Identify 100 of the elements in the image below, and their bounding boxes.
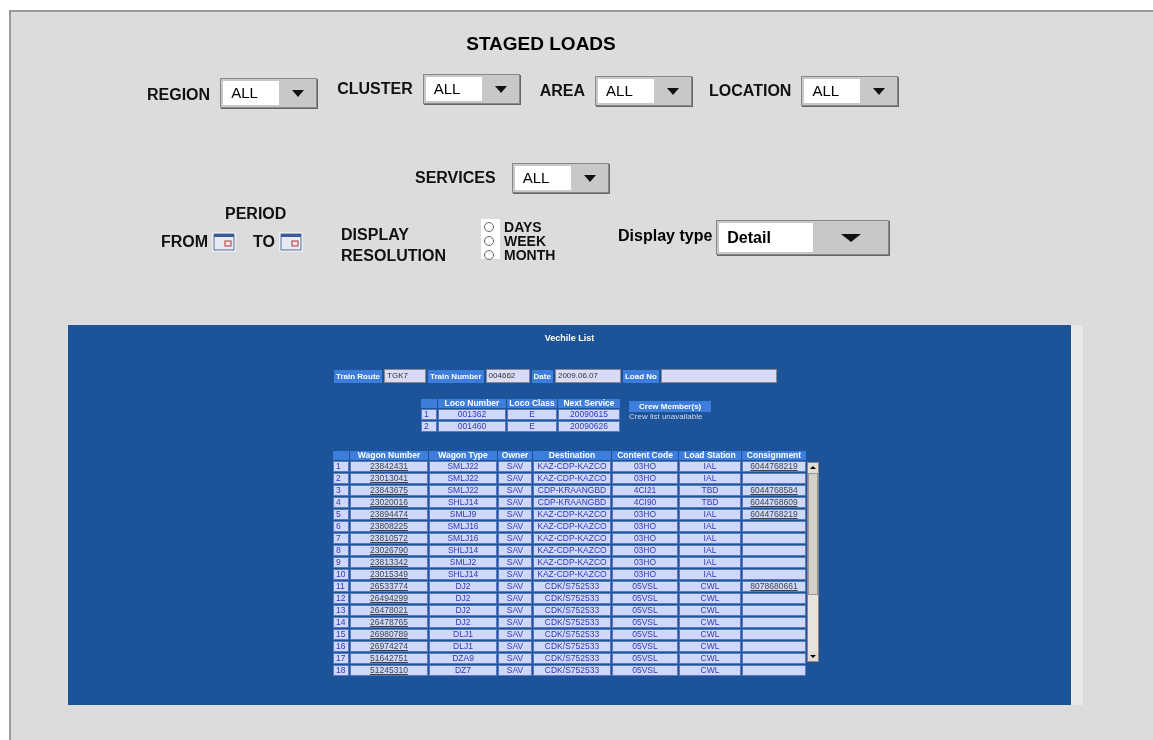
filter-dropdown[interactable]: ALL — [801, 76, 899, 106]
table-cell: CDP-KRAANGBD — [537, 497, 607, 507]
table-cell: SAV — [506, 473, 524, 483]
table-cell: KAZ-CDP-KAZCO — [537, 461, 607, 471]
column-header: Owner — [498, 451, 532, 460]
table-cell: CDK/S752533 — [544, 581, 600, 591]
table-cell: 05VSL — [632, 617, 658, 627]
crew-members-button[interactable]: Crew Member(s) — [629, 401, 712, 412]
table-cell: SAV — [506, 581, 524, 591]
filter-dropdown[interactable]: ALL — [595, 76, 693, 106]
filter-dropdown[interactable]: ALL — [220, 78, 318, 108]
column-header: Wagon Type — [429, 451, 497, 460]
field-label: Train Number — [428, 369, 484, 383]
table-cell: IAL — [703, 461, 717, 471]
table-cell: SMLJ16 — [447, 521, 479, 531]
table-cell: IAL — [703, 521, 717, 531]
table-cell: KAZ-CDP-KAZCO — [537, 569, 607, 579]
table-cell: CWL — [700, 641, 720, 651]
table-cell: IAL — [703, 569, 717, 579]
scrollbar[interactable] — [807, 462, 819, 662]
table-cell: SAV — [506, 665, 524, 675]
input-field[interactable] — [660, 369, 777, 383]
table-cell: TBD — [701, 497, 719, 507]
input-field[interactable]: 2009.06.07 — [554, 369, 621, 383]
scroll-down-icon[interactable] — [808, 651, 818, 661]
caret-icon — [583, 174, 596, 182]
table-cell: 03HO — [633, 557, 657, 567]
table-cell: 1 — [336, 461, 341, 471]
table-cell: CDK/S752533 — [544, 617, 600, 627]
field-label: Train Route — [334, 369, 382, 383]
table-cell: 11 — [336, 581, 345, 591]
display-type-dropdown[interactable]: Detail — [716, 220, 890, 255]
display-type-label: Display type — [618, 227, 713, 245]
table-cell: CDK/S752533 — [544, 629, 600, 639]
table-cell: CWL — [700, 617, 720, 627]
calendar-icon[interactable] — [279, 232, 304, 252]
table-cell: IAL — [703, 557, 717, 567]
field-label: Date — [531, 369, 553, 383]
radio-label: MONTH — [504, 247, 556, 263]
table-cell: SAV — [506, 521, 524, 531]
table-cell: 18 — [336, 665, 346, 675]
table-cell: IAL — [703, 509, 717, 519]
resolution-label: DISPLAY RESOLUTION — [341, 225, 447, 266]
table-cell: DLJ1 — [453, 641, 473, 651]
input-field[interactable]: 004662 — [485, 369, 530, 383]
table-cell: 5 — [336, 509, 341, 519]
table-cell: CWL — [700, 653, 720, 663]
table-cell: 05VSL — [632, 581, 658, 591]
table-cell: SMLJ9 — [449, 509, 477, 519]
services-dropdown[interactable]: ALL — [511, 163, 609, 193]
table-cell: SAV — [506, 497, 524, 507]
table-cell: SAV — [506, 653, 524, 663]
services-label: SERVICES — [415, 169, 496, 187]
table-cell: KAZ-CDP-KAZCO — [537, 557, 607, 567]
table-cell: 05VSL — [632, 653, 658, 663]
table-cell: CDK/S752533 — [544, 641, 600, 651]
table-cell: SAV — [506, 593, 524, 603]
table-cell: CDK/S752533 — [544, 593, 600, 603]
table-cell: SMLJ16 — [447, 533, 479, 543]
table-cell: 6 — [336, 521, 341, 531]
table-cell: SMLJ22 — [447, 473, 479, 483]
table-cell: IAL — [703, 533, 717, 543]
radio-button[interactable] — [484, 250, 495, 260]
caret-icon — [841, 233, 862, 242]
table-cell: DLJ1 — [453, 629, 473, 639]
table-cell: 4 — [336, 497, 341, 507]
table-cell: 001362 — [438, 409, 506, 420]
table-cell: 05VSL — [632, 629, 658, 639]
table-cell: KAZ-CDP-KAZCO — [537, 533, 607, 543]
scroll-up-icon[interactable] — [808, 463, 818, 473]
table-cell: CDK/S752533 — [544, 665, 600, 675]
calendar-icon[interactable] — [212, 232, 237, 252]
page-title: STAGED LOADS — [465, 32, 617, 55]
table-cell: 8 — [336, 545, 341, 555]
table-cell: 05VSL — [632, 641, 658, 651]
column-header: Wagon Number — [350, 451, 428, 460]
radio-button[interactable] — [484, 236, 495, 246]
caret-icon — [667, 87, 680, 95]
table-cell: SMLJ22 — [447, 485, 479, 495]
table-cell: 14 — [336, 617, 346, 627]
filter-dropdown[interactable]: ALL — [422, 74, 520, 104]
table-cell: 13 — [336, 605, 346, 615]
table-cell: E — [507, 409, 557, 420]
from-label: FROM — [161, 233, 209, 251]
filter-label: CLUSTER — [337, 80, 413, 98]
table-cell: 03HO — [633, 521, 657, 531]
table-cell: DJ2 — [455, 593, 471, 603]
table-cell: 05VSL — [632, 665, 658, 675]
caret-icon — [873, 87, 886, 95]
table-cell: 12 — [336, 593, 346, 603]
table-cell: CWL — [700, 581, 720, 591]
table-cell: 03HO — [633, 569, 657, 579]
input-field[interactable]: TGK7 — [384, 369, 426, 383]
column-header: Consignment — [742, 451, 806, 460]
table-cell: IAL — [703, 545, 717, 555]
table-cell: CWL — [700, 629, 720, 639]
radio-button[interactable] — [484, 222, 495, 232]
column-header: Load Station — [679, 451, 741, 460]
table-cell: DJ2 — [455, 605, 471, 615]
table-cell: KAZ-CDP-KAZCO — [537, 545, 607, 555]
